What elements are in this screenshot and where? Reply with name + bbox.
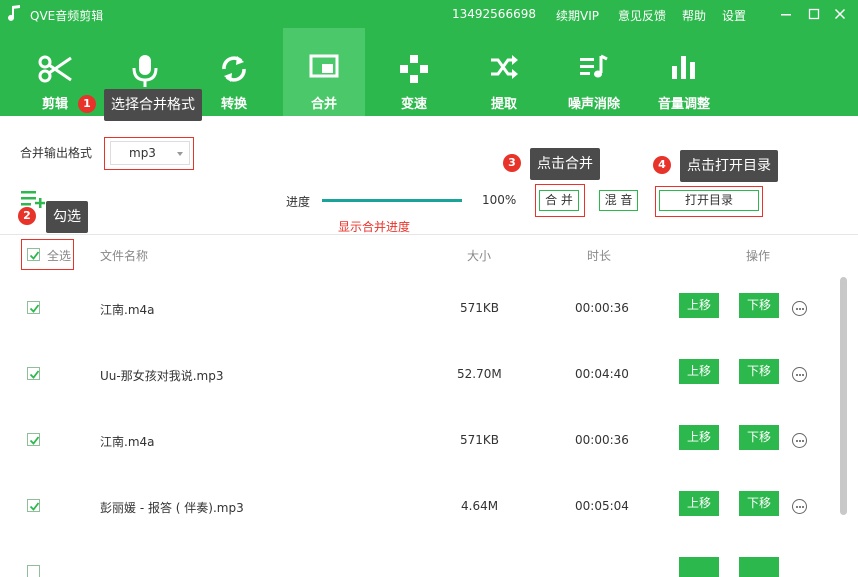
move-up-button[interactable]: [679, 557, 719, 577]
progress-hint: 显示合并进度: [338, 220, 411, 234]
progress-percent: 100%: [482, 193, 517, 207]
file-size: 571KB: [460, 433, 500, 447]
shuffle-icon: [491, 55, 518, 79]
noise-icon: [580, 54, 608, 78]
tool-label: 变速: [400, 97, 427, 112]
more-options-icon[interactable]: [792, 301, 807, 316]
tool-label: 噪声消除: [567, 97, 620, 112]
settings-link[interactable]: 设置: [722, 7, 746, 24]
mix-button[interactable]: 混 音: [599, 190, 638, 211]
move-up-button[interactable]: 上移: [679, 293, 719, 318]
file-duration: 00:04:40: [575, 367, 629, 381]
app-title: QVE音频剪辑: [30, 9, 104, 23]
select-all-label[interactable]: 全选: [47, 247, 71, 264]
file-duration: 00:00:36: [575, 301, 629, 315]
account-phone[interactable]: 13492566698: [452, 7, 536, 21]
row-checkbox[interactable]: [27, 565, 40, 577]
renew-vip-link[interactable]: 续期VIP: [556, 7, 599, 24]
tool-speed[interactable]: 变速: [373, 28, 455, 116]
divider: [0, 234, 858, 235]
tool-label: 音量调整: [657, 97, 710, 112]
checkmark-icon: [29, 304, 40, 313]
merge-button[interactable]: 合 并: [539, 190, 579, 211]
file-duration: 00:05:04: [575, 499, 629, 513]
column-header-name: 文件名称: [100, 249, 149, 263]
scissors-icon: [38, 55, 72, 83]
tool-extract[interactable]: 提取: [463, 28, 545, 116]
row-checkbox[interactable]: [27, 433, 40, 446]
callout-check: 勾选: [46, 201, 88, 233]
file-size: 4.64M: [461, 499, 499, 513]
microphone-icon: [132, 55, 158, 87]
file-name: 江南.m4a: [100, 435, 155, 449]
music-note-icon: [8, 5, 20, 21]
callout-number: 3: [503, 154, 521, 172]
row-checkbox[interactable]: [27, 301, 40, 314]
move-down-button[interactable]: [739, 557, 779, 577]
more-options-icon[interactable]: [792, 433, 807, 448]
speed-icon: [400, 55, 428, 83]
help-link[interactable]: 帮助: [682, 7, 706, 24]
select-all-checkbox[interactable]: [27, 248, 40, 261]
chevron-down-icon: [177, 152, 183, 156]
close-icon[interactable]: [830, 4, 850, 24]
more-options-icon[interactable]: [792, 499, 807, 514]
open-directory-button[interactable]: 打开目录: [659, 190, 759, 211]
move-down-button[interactable]: 下移: [739, 491, 779, 516]
checkmark-icon: [29, 370, 40, 379]
file-name: 彭丽媛 - 报答 ( 伴奏).mp3: [100, 501, 244, 515]
tool-merge[interactable]: 合并: [283, 28, 365, 116]
callout-number: 1: [78, 95, 96, 113]
checkmark-icon: [29, 436, 40, 445]
maximize-icon[interactable]: [804, 4, 824, 24]
column-header-actions: 操作: [746, 249, 771, 263]
feedback-link[interactable]: 意见反馈: [618, 7, 666, 24]
checkmark-icon: [29, 502, 40, 511]
more-options-icon[interactable]: [792, 367, 807, 382]
column-header-duration: 时长: [587, 249, 612, 263]
callout-open-dir: 点击打开目录: [680, 150, 778, 182]
checkmark-icon: [29, 251, 40, 260]
move-up-button[interactable]: 上移: [679, 359, 719, 384]
volume-bars-icon: [672, 56, 695, 79]
progress-fill: [322, 199, 462, 202]
progress-label: 进度: [286, 195, 311, 209]
add-list-icon[interactable]: [21, 190, 47, 210]
callout-click-merge: 点击合并: [530, 148, 600, 180]
tool-label: 合并: [310, 97, 337, 112]
move-down-button[interactable]: 下移: [739, 425, 779, 450]
file-duration: 00:00:36: [575, 433, 629, 447]
scrollbar-thumb[interactable]: [840, 277, 847, 515]
move-down-button[interactable]: 下移: [739, 293, 779, 318]
format-label: 合并输出格式: [20, 146, 93, 160]
format-select-value: mp3: [129, 146, 156, 160]
file-size: 571KB: [460, 301, 500, 315]
format-select[interactable]: mp3: [110, 141, 190, 165]
move-down-button[interactable]: 下移: [739, 359, 779, 384]
callout-number: 4: [653, 156, 671, 174]
move-up-button[interactable]: 上移: [679, 425, 719, 450]
callout-select-format: 选择合并格式: [104, 89, 202, 121]
file-name: 江南.m4a: [100, 303, 155, 317]
convert-icon: [222, 56, 246, 82]
progress-bar: [322, 199, 462, 202]
tool-convert[interactable]: 转换: [193, 28, 275, 116]
minimize-icon[interactable]: [776, 4, 796, 24]
title-bar: QVE音频剪辑 13492566698 续期VIP 意见反馈 帮助 设置: [0, 0, 858, 28]
row-checkbox[interactable]: [27, 367, 40, 380]
tool-volume-adjust[interactable]: 音量调整: [643, 28, 725, 116]
tool-label: 提取: [490, 97, 517, 112]
file-size: 52.70M: [457, 367, 502, 381]
row-checkbox[interactable]: [27, 499, 40, 512]
merge-icon: [309, 54, 339, 78]
tool-noise-removal[interactable]: 噪声消除: [553, 28, 635, 116]
column-header-size: 大小: [467, 249, 492, 263]
move-up-button[interactable]: 上移: [679, 491, 719, 516]
file-name: Uu-那女孩对我说.mp3: [100, 369, 224, 383]
tool-label: 转换: [220, 97, 247, 112]
